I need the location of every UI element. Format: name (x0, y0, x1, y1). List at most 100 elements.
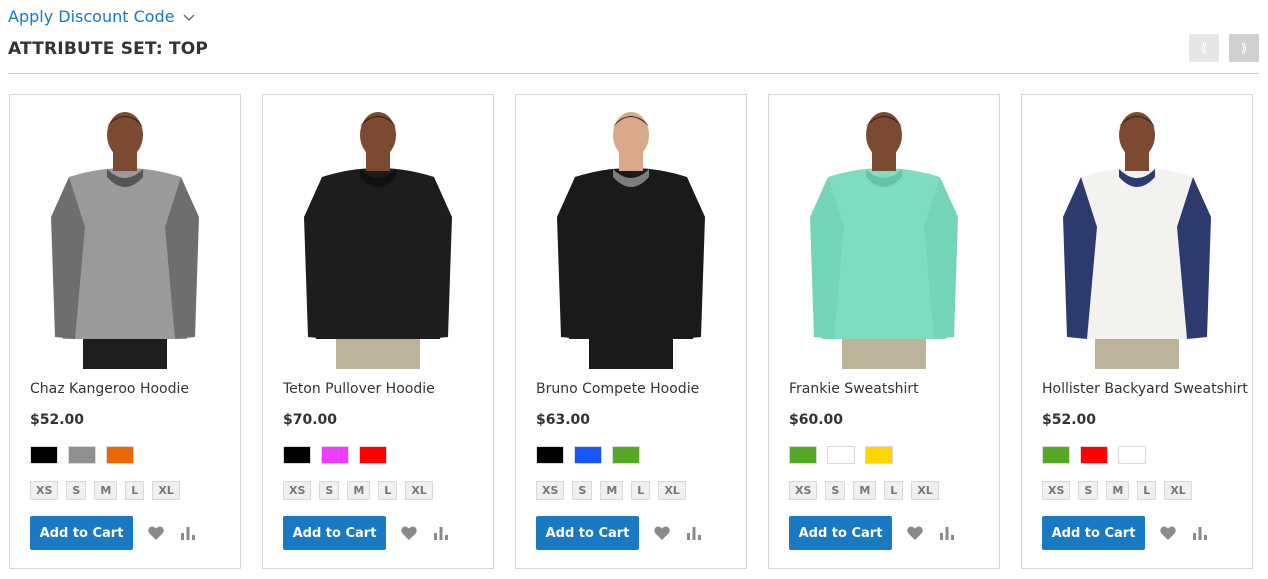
product-image[interactable] (278, 107, 478, 369)
size-option[interactable]: XS (536, 481, 565, 500)
product-price: $52.00 (1042, 412, 1097, 428)
size-options: XS S M L XL (30, 481, 180, 500)
color-swatch[interactable] (536, 446, 564, 464)
add-to-cart-button[interactable]: Add to Cart (283, 516, 386, 550)
size-option[interactable]: S (66, 481, 87, 500)
add-to-cart-button[interactable]: Add to Cart (30, 516, 133, 550)
apply-discount-toggle[interactable]: Apply Discount Code (8, 7, 195, 26)
color-swatch[interactable] (283, 446, 311, 464)
carousel-nav: ⟪ ⟫ (1189, 34, 1259, 62)
size-option[interactable]: XL (658, 481, 686, 500)
size-option[interactable]: XS (789, 481, 818, 500)
product-price: $60.00 (789, 412, 844, 428)
size-option[interactable]: L (884, 481, 904, 500)
heart-icon[interactable] (906, 524, 924, 542)
prev-icon: ⟪ (1200, 41, 1208, 55)
product-card[interactable]: Bruno Compete Hoodie $63.00 XS S M L XL Add … (515, 94, 747, 569)
product-price: $52.00 (30, 412, 85, 428)
product-actions: Add to Cart (789, 516, 956, 550)
compare-icon[interactable] (938, 524, 956, 542)
product-image[interactable] (1037, 107, 1237, 369)
color-swatch[interactable] (321, 446, 349, 464)
color-swatches (30, 446, 134, 464)
product-image[interactable] (25, 107, 225, 369)
heart-icon[interactable] (1159, 524, 1177, 542)
size-option[interactable]: L (125, 481, 145, 500)
color-swatch[interactable] (789, 446, 817, 464)
size-options: XS S M L XL (1042, 481, 1192, 500)
next-icon: ⟫ (1240, 41, 1248, 55)
color-swatch[interactable] (359, 446, 387, 464)
size-option[interactable]: XL (1164, 481, 1192, 500)
heart-icon[interactable] (147, 524, 165, 542)
size-option[interactable]: M (1106, 481, 1130, 500)
size-option[interactable]: XS (30, 481, 59, 500)
product-price: $70.00 (283, 412, 338, 428)
color-swatches (1042, 446, 1146, 464)
carousel-next-button[interactable]: ⟫ (1229, 34, 1259, 62)
size-option[interactable]: S (825, 481, 846, 500)
color-swatch[interactable] (612, 446, 640, 464)
compare-icon[interactable] (179, 524, 197, 542)
compare-icon[interactable] (1191, 524, 1209, 542)
size-option[interactable]: M (853, 481, 877, 500)
apply-discount-label[interactable]: Apply Discount Code (8, 7, 175, 26)
product-name[interactable]: Teton Pullover Hoodie (283, 381, 435, 397)
heart-icon[interactable] (400, 524, 418, 542)
color-swatch[interactable] (865, 446, 893, 464)
compare-icon[interactable] (685, 524, 703, 542)
product-price: $63.00 (536, 412, 591, 428)
chevron-down-icon (183, 14, 195, 21)
size-option[interactable]: L (1137, 481, 1157, 500)
section-title: ATTRIBUTE SET: TOP (8, 39, 209, 59)
size-option[interactable]: XL (911, 481, 939, 500)
product-name[interactable]: Bruno Compete Hoodie (536, 381, 699, 397)
color-swatch[interactable] (106, 446, 134, 464)
size-option[interactable]: M (94, 481, 118, 500)
color-swatch[interactable] (1118, 446, 1146, 464)
size-options: XS S M L XL (536, 481, 686, 500)
size-option[interactable]: XS (1042, 481, 1071, 500)
product-card[interactable]: Frankie Sweatshirt $60.00 XS S M L XL Add to… (768, 94, 1000, 569)
product-name[interactable]: Chaz Kangeroo Hoodie (30, 381, 189, 397)
color-swatch[interactable] (1042, 446, 1070, 464)
carousel-prev-button[interactable]: ⟪ (1189, 34, 1219, 62)
color-swatch[interactable] (68, 446, 96, 464)
product-image[interactable] (784, 107, 984, 369)
product-name[interactable]: Hollister Backyard Sweatshirt (1042, 381, 1248, 397)
product-actions: Add to Cart (1042, 516, 1209, 550)
size-option[interactable]: S (1078, 481, 1099, 500)
product-card[interactable]: Chaz Kangeroo Hoodie $52.00 XS S M L XL Add … (9, 94, 241, 569)
add-to-cart-button[interactable]: Add to Cart (1042, 516, 1145, 550)
size-option[interactable]: XL (152, 481, 180, 500)
product-image[interactable] (531, 107, 731, 369)
add-to-cart-button[interactable]: Add to Cart (789, 516, 892, 550)
product-name[interactable]: Frankie Sweatshirt (789, 381, 919, 397)
size-option[interactable]: M (347, 481, 371, 500)
size-option[interactable]: XL (405, 481, 433, 500)
product-actions: Add to Cart (30, 516, 197, 550)
color-swatch[interactable] (30, 446, 58, 464)
color-swatch[interactable] (827, 446, 855, 464)
product-actions: Add to Cart (283, 516, 450, 550)
color-swatches (536, 446, 640, 464)
size-option[interactable]: S (319, 481, 340, 500)
add-to-cart-button[interactable]: Add to Cart (536, 516, 639, 550)
product-card[interactable]: Teton Pullover Hoodie $70.00 XS S M L XL Add… (262, 94, 494, 569)
size-option[interactable]: L (631, 481, 651, 500)
product-actions: Add to Cart (536, 516, 703, 550)
product-grid: Chaz Kangeroo Hoodie $52.00 XS S M L XL Add … (9, 94, 1253, 569)
heart-icon[interactable] (653, 524, 671, 542)
product-card[interactable]: Hollister Backyard Sweatshirt $52.00 XS S… (1021, 94, 1253, 569)
size-options: XS S M L XL (283, 481, 433, 500)
size-options: XS S M L XL (789, 481, 939, 500)
compare-icon[interactable] (432, 524, 450, 542)
color-swatch[interactable] (1080, 446, 1108, 464)
color-swatch[interactable] (574, 446, 602, 464)
color-swatches (789, 446, 893, 464)
size-option[interactable]: S (572, 481, 593, 500)
section-divider (8, 73, 1259, 74)
size-option[interactable]: M (600, 481, 624, 500)
size-option[interactable]: XS (283, 481, 312, 500)
size-option[interactable]: L (378, 481, 398, 500)
